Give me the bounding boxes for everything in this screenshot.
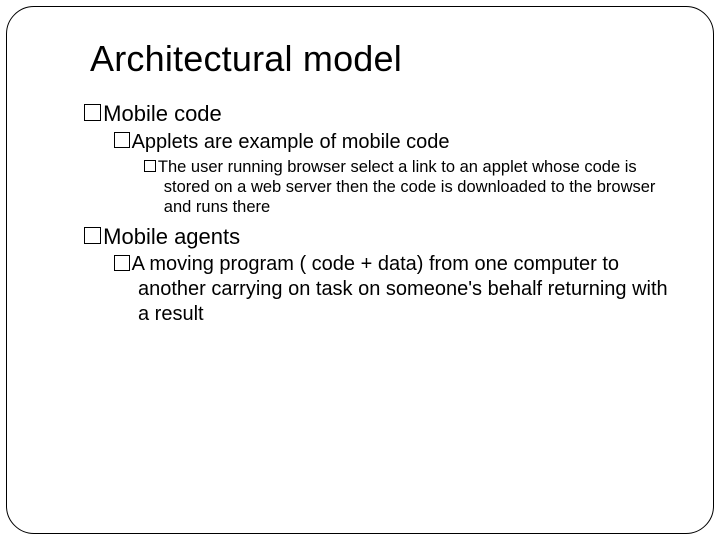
square-bullet-icon	[114, 132, 130, 148]
square-bullet-icon	[114, 255, 130, 271]
square-bullet-icon	[84, 104, 101, 121]
text-agents-detail: A moving program ( code + data) from one…	[132, 253, 668, 325]
bullet-level2: Applets are example of mobile code	[114, 130, 680, 155]
square-bullet-icon	[84, 227, 101, 244]
text-applets: Applets are example of mobile code	[132, 131, 450, 153]
bullet-level2: A moving program ( code + data) from one…	[114, 252, 674, 327]
bullet-level3: The user running browser select a link t…	[144, 157, 680, 217]
slide-title: Architectural model	[90, 38, 680, 80]
text-mobile-code: Mobile code	[103, 101, 222, 126]
slide: Architectural model Mobile code Applets …	[0, 0, 720, 540]
text-applets-detail: The user running browser select a link t…	[158, 158, 656, 216]
bullet-level1: Mobile code	[84, 100, 680, 128]
square-bullet-icon	[144, 160, 156, 172]
bullet-level1: Mobile agents	[84, 223, 680, 251]
text-mobile-agents: Mobile agents	[103, 224, 240, 249]
